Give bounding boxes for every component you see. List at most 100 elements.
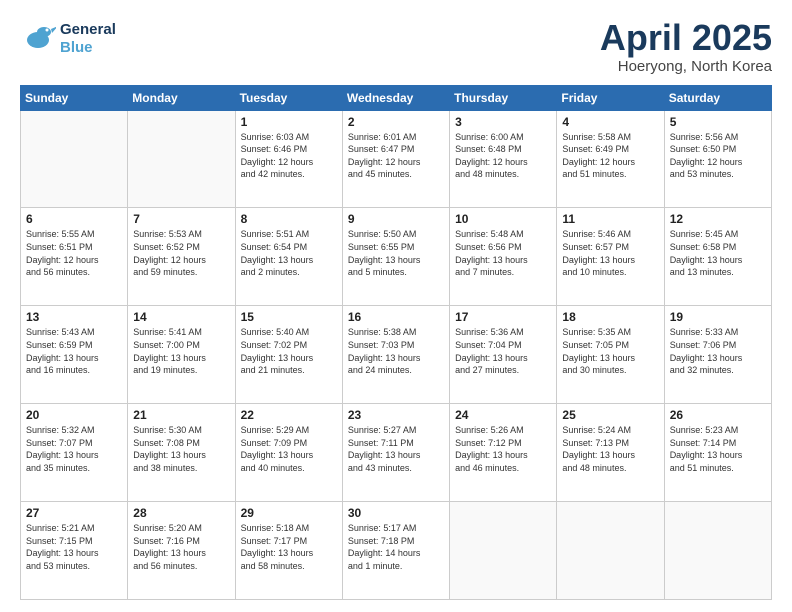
week-row-4: 20 Sunrise: 5:32 AM Sunset: 7:07 PM Dayli… bbox=[21, 404, 772, 502]
location-subtitle: Hoeryong, North Korea bbox=[600, 58, 772, 75]
day-number: 20 bbox=[26, 408, 122, 422]
day-number: 28 bbox=[133, 506, 229, 520]
day-number: 7 bbox=[133, 212, 229, 226]
day-number: 11 bbox=[562, 212, 658, 226]
day-number: 4 bbox=[562, 115, 658, 129]
day-cell: 25 Sunrise: 5:24 AM Sunset: 7:13 PM Dayli… bbox=[557, 404, 664, 502]
day-info: Sunrise: 5:55 AM Sunset: 6:51 PM Dayligh… bbox=[26, 228, 122, 278]
day-cell: 28Sunrise: 5:20 AM Sunset: 7:16 PM Dayli… bbox=[128, 502, 235, 600]
day-cell: 8 Sunrise: 5:51 AM Sunset: 6:54 PM Daylig… bbox=[235, 208, 342, 306]
day-cell: 1Sunrise: 6:03 AM Sunset: 6:46 PM Daylig… bbox=[235, 110, 342, 208]
day-cell: 5 Sunrise: 5:56 AM Sunset: 6:50 PM Daylig… bbox=[664, 110, 771, 208]
day-cell: 9 Sunrise: 5:50 AM Sunset: 6:55 PM Daylig… bbox=[342, 208, 449, 306]
day-number: 18 bbox=[562, 310, 658, 324]
calendar-header-row: SundayMondayTuesdayWednesdayThursdayFrid… bbox=[21, 85, 772, 110]
day-cell: 2 Sunrise: 6:01 AM Sunset: 6:47 PM Daylig… bbox=[342, 110, 449, 208]
day-cell: 18Sunrise: 5:35 AM Sunset: 7:05 PM Dayli… bbox=[557, 306, 664, 404]
day-cell: 19Sunrise: 5:33 AM Sunset: 7:06 PM Dayli… bbox=[664, 306, 771, 404]
day-info: Sunrise: 5:45 AM Sunset: 6:58 PM Dayligh… bbox=[670, 228, 766, 278]
day-number: 1 bbox=[241, 115, 337, 129]
day-number: 15 bbox=[241, 310, 337, 324]
day-number: 2 bbox=[348, 115, 444, 129]
day-number: 27 bbox=[26, 506, 122, 520]
day-number: 21 bbox=[133, 408, 229, 422]
day-number: 10 bbox=[455, 212, 551, 226]
week-row-1: 1Sunrise: 6:03 AM Sunset: 6:46 PM Daylig… bbox=[21, 110, 772, 208]
day-info: Sunrise: 6:01 AM Sunset: 6:47 PM Dayligh… bbox=[348, 131, 444, 181]
day-info: Sunrise: 5:46 AM Sunset: 6:57 PM Dayligh… bbox=[562, 228, 658, 278]
day-info: Sunrise: 5:48 AM Sunset: 6:56 PM Dayligh… bbox=[455, 228, 551, 278]
day-info: Sunrise: 5:17 AM Sunset: 7:18 PM Dayligh… bbox=[348, 522, 444, 572]
day-number: 13 bbox=[26, 310, 122, 324]
day-number: 9 bbox=[348, 212, 444, 226]
day-cell: 7 Sunrise: 5:53 AM Sunset: 6:52 PM Daylig… bbox=[128, 208, 235, 306]
bird-svg bbox=[20, 18, 56, 54]
day-info: Sunrise: 5:23 AM Sunset: 7:14 PM Dayligh… bbox=[670, 424, 766, 474]
day-info: Sunrise: 5:53 AM Sunset: 6:52 PM Dayligh… bbox=[133, 228, 229, 278]
day-info: Sunrise: 5:36 AM Sunset: 7:04 PM Dayligh… bbox=[455, 326, 551, 376]
day-info: Sunrise: 5:24 AM Sunset: 7:13 PM Dayligh… bbox=[562, 424, 658, 474]
day-cell: 26 Sunrise: 5:23 AM Sunset: 7:14 PM Dayli… bbox=[664, 404, 771, 502]
day-number: 26 bbox=[670, 408, 766, 422]
day-info: Sunrise: 5:29 AM Sunset: 7:09 PM Dayligh… bbox=[241, 424, 337, 474]
day-cell: 24 Sunrise: 5:26 AM Sunset: 7:12 PM Dayli… bbox=[450, 404, 557, 502]
week-row-2: 6 Sunrise: 5:55 AM Sunset: 6:51 PM Daylig… bbox=[21, 208, 772, 306]
day-number: 8 bbox=[241, 212, 337, 226]
col-header-thursday: Thursday bbox=[450, 85, 557, 110]
day-cell bbox=[450, 502, 557, 600]
day-number: 24 bbox=[455, 408, 551, 422]
day-number: 17 bbox=[455, 310, 551, 324]
day-number: 30 bbox=[348, 506, 444, 520]
day-cell: 13 Sunrise: 5:43 AM Sunset: 6:59 PM Dayli… bbox=[21, 306, 128, 404]
day-number: 23 bbox=[348, 408, 444, 422]
col-header-sunday: Sunday bbox=[21, 85, 128, 110]
week-row-5: 27 Sunrise: 5:21 AM Sunset: 7:15 PM Dayli… bbox=[21, 502, 772, 600]
day-cell bbox=[557, 502, 664, 600]
day-cell: 6 Sunrise: 5:55 AM Sunset: 6:51 PM Daylig… bbox=[21, 208, 128, 306]
day-info: Sunrise: 5:38 AM Sunset: 7:03 PM Dayligh… bbox=[348, 326, 444, 376]
day-cell: 4Sunrise: 5:58 AM Sunset: 6:49 PM Daylig… bbox=[557, 110, 664, 208]
col-header-saturday: Saturday bbox=[664, 85, 771, 110]
day-cell: 20 Sunrise: 5:32 AM Sunset: 7:07 PM Dayli… bbox=[21, 404, 128, 502]
title-block: April 2025 Hoeryong, North Korea bbox=[600, 18, 772, 75]
day-cell: 15 Sunrise: 5:40 AM Sunset: 7:02 PM Dayli… bbox=[235, 306, 342, 404]
calendar-table: SundayMondayTuesdayWednesdayThursdayFrid… bbox=[20, 85, 772, 600]
day-cell bbox=[21, 110, 128, 208]
day-cell bbox=[128, 110, 235, 208]
week-row-3: 13 Sunrise: 5:43 AM Sunset: 6:59 PM Dayli… bbox=[21, 306, 772, 404]
logo: General Blue bbox=[20, 18, 116, 59]
day-cell: 30 Sunrise: 5:17 AM Sunset: 7:18 PM Dayli… bbox=[342, 502, 449, 600]
day-cell: 3Sunrise: 6:00 AM Sunset: 6:48 PM Daylig… bbox=[450, 110, 557, 208]
day-info: Sunrise: 5:40 AM Sunset: 7:02 PM Dayligh… bbox=[241, 326, 337, 376]
page: General Blue April 2025 Hoeryong, North … bbox=[0, 0, 792, 612]
header: General Blue April 2025 Hoeryong, North … bbox=[20, 18, 772, 75]
day-info: Sunrise: 5:41 AM Sunset: 7:00 PM Dayligh… bbox=[133, 326, 229, 376]
day-info: Sunrise: 5:27 AM Sunset: 7:11 PM Dayligh… bbox=[348, 424, 444, 474]
day-number: 5 bbox=[670, 115, 766, 129]
day-number: 19 bbox=[670, 310, 766, 324]
day-cell bbox=[664, 502, 771, 600]
month-title: April 2025 bbox=[600, 18, 772, 58]
day-number: 6 bbox=[26, 212, 122, 226]
col-header-monday: Monday bbox=[128, 85, 235, 110]
day-number: 14 bbox=[133, 310, 229, 324]
day-info: Sunrise: 5:18 AM Sunset: 7:17 PM Dayligh… bbox=[241, 522, 337, 572]
day-number: 25 bbox=[562, 408, 658, 422]
day-cell: 23 Sunrise: 5:27 AM Sunset: 7:11 PM Dayli… bbox=[342, 404, 449, 502]
day-cell: 22 Sunrise: 5:29 AM Sunset: 7:09 PM Dayli… bbox=[235, 404, 342, 502]
day-number: 22 bbox=[241, 408, 337, 422]
day-info: Sunrise: 5:26 AM Sunset: 7:12 PM Dayligh… bbox=[455, 424, 551, 474]
day-number: 29 bbox=[241, 506, 337, 520]
day-info: Sunrise: 5:56 AM Sunset: 6:50 PM Dayligh… bbox=[670, 131, 766, 181]
day-info: Sunrise: 5:32 AM Sunset: 7:07 PM Dayligh… bbox=[26, 424, 122, 474]
day-info: Sunrise: 5:50 AM Sunset: 6:55 PM Dayligh… bbox=[348, 228, 444, 278]
day-cell: 14 Sunrise: 5:41 AM Sunset: 7:00 PM Dayli… bbox=[128, 306, 235, 404]
day-info: Sunrise: 5:43 AM Sunset: 6:59 PM Dayligh… bbox=[26, 326, 122, 376]
day-cell: 16Sunrise: 5:38 AM Sunset: 7:03 PM Dayli… bbox=[342, 306, 449, 404]
day-cell: 10 Sunrise: 5:48 AM Sunset: 6:56 PM Dayli… bbox=[450, 208, 557, 306]
day-cell: 11 Sunrise: 5:46 AM Sunset: 6:57 PM Dayli… bbox=[557, 208, 664, 306]
day-info: Sunrise: 5:21 AM Sunset: 7:15 PM Dayligh… bbox=[26, 522, 122, 572]
day-info: Sunrise: 5:30 AM Sunset: 7:08 PM Dayligh… bbox=[133, 424, 229, 474]
day-number: 3 bbox=[455, 115, 551, 129]
day-info: Sunrise: 5:51 AM Sunset: 6:54 PM Dayligh… bbox=[241, 228, 337, 278]
